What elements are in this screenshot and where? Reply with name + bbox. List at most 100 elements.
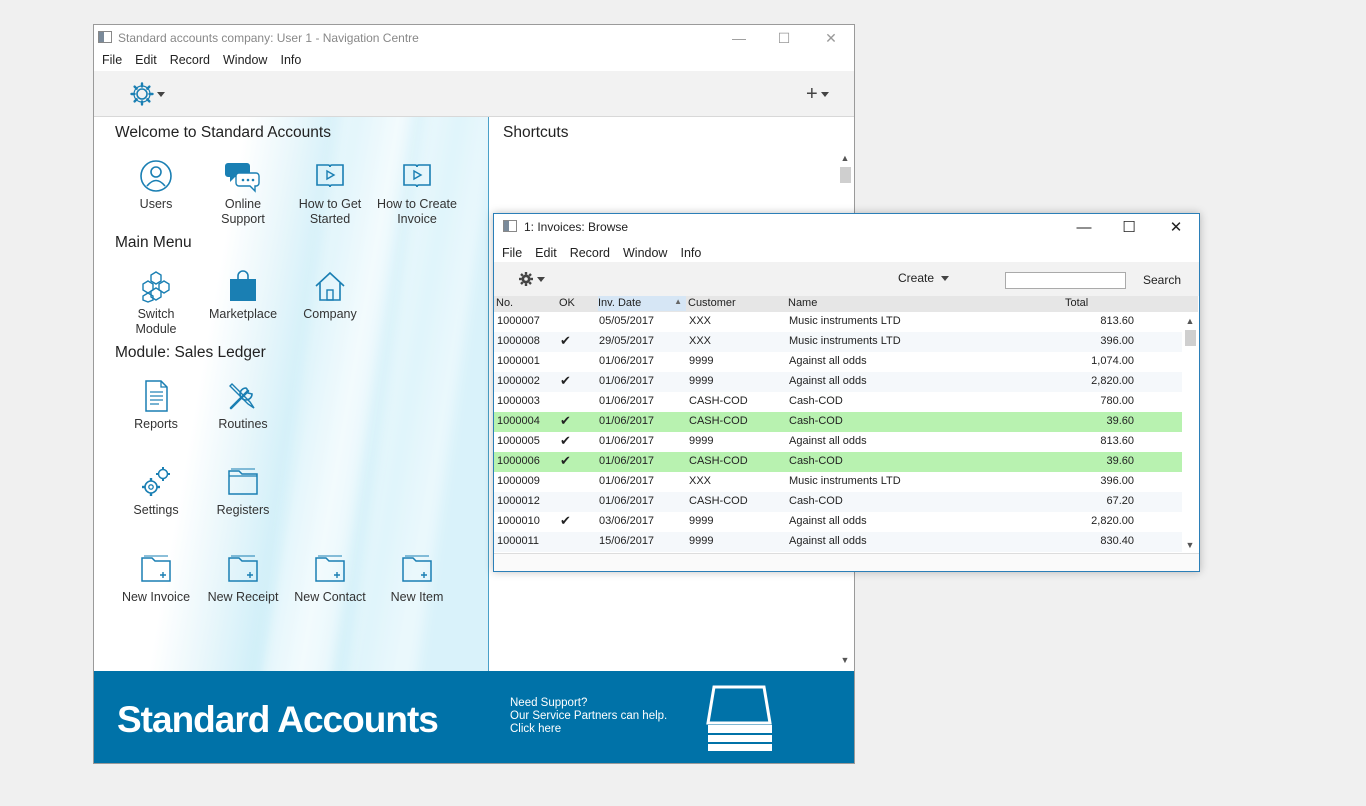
cell-total: 830.40 [1100, 535, 1134, 547]
table-row[interactable]: 1000008 ✔ 29/05/2017 XXX Music instruments L… [494, 332, 1182, 352]
table-row[interactable]: 1000007 05/05/2017 XXX Music instruments LT… [494, 312, 1182, 332]
table-row[interactable]: 1000003 01/06/2017 CASH-COD Cash-COD 780.00 [494, 392, 1182, 412]
minimize-button[interactable]: — [1069, 218, 1099, 236]
operations-menu-button[interactable] [518, 271, 545, 287]
table-row[interactable]: 1000004 ✔ 01/06/2017 CASH-COD Cash-COD 39.60 [494, 412, 1182, 432]
title-bar[interactable]: 1: Invoices: Browse — ☐ ✕ [494, 214, 1199, 240]
scroll-down-icon[interactable]: ▼ [1183, 538, 1197, 552]
cell-customer: XXX [689, 335, 712, 347]
column-header-total[interactable]: Total [1065, 297, 1088, 309]
minimize-button[interactable]: — [724, 29, 754, 47]
cell-total: 39.60 [1106, 415, 1134, 427]
how-to-get-started-tile[interactable]: How to Get Started [285, 159, 375, 227]
cell-no: 1000006 [497, 455, 540, 467]
cell-ok: ✔ [560, 453, 571, 468]
cell-customer: CASH-COD [689, 415, 748, 427]
cell-customer: 9999 [689, 355, 714, 367]
chevron-down-icon [941, 275, 950, 281]
support-line: Our Service Partners can help. [510, 710, 668, 722]
maximize-button[interactable]: ☐ [769, 29, 799, 47]
table-row[interactable]: 1000002 ✔ 01/06/2017 9999 Against all odds 2,… [494, 372, 1182, 392]
shopping-bag-icon [230, 270, 256, 301]
brand-logo: Standard Accounts [117, 699, 439, 740]
navigation-panel: Welcome to Standard Accounts Users Onlin… [94, 117, 489, 671]
menu-info[interactable]: Info [280, 51, 301, 71]
company-tile[interactable]: Company [285, 269, 375, 322]
invoice-table-scrollbar[interactable]: ▲ ▼ [1183, 314, 1197, 552]
column-header-no[interactable]: No. [496, 297, 513, 309]
cell-inv-date: 01/06/2017 [599, 455, 655, 467]
cell-name: Music instruments LTD [789, 475, 901, 487]
menu-window[interactable]: Window [623, 244, 667, 264]
table-row[interactable]: 1000012 01/06/2017 CASH-COD Cash-COD 67.20 [494, 492, 1182, 512]
close-button[interactable]: ✕ [816, 29, 846, 47]
marketplace-tile[interactable]: Marketplace [198, 269, 288, 322]
support-text[interactable]: Need Support? Our Service Partners can h… [510, 697, 667, 736]
column-header-inv-date[interactable]: Inv. Date ▲ [598, 296, 686, 311]
menu-edit[interactable]: Edit [535, 244, 557, 264]
scroll-up-icon[interactable]: ▲ [838, 151, 852, 165]
new-item-tile[interactable]: New Item [372, 552, 462, 605]
cell-ok: ✔ [560, 433, 571, 448]
how-to-create-invoice-tile[interactable]: How to Create Invoice [372, 159, 462, 227]
new-receipt-tile[interactable]: New Receipt [198, 552, 288, 605]
column-header-name[interactable]: Name [788, 297, 817, 309]
menu-record[interactable]: Record [570, 244, 610, 264]
sort-ascending-icon: ▲ [674, 297, 682, 306]
menu-info[interactable]: Info [680, 244, 701, 264]
cell-name: Against all odds [789, 375, 867, 387]
scroll-up-icon[interactable]: ▲ [1183, 314, 1197, 328]
switch-module-tile[interactable]: Switch Module [111, 269, 201, 337]
window-title: 1: Invoices: Browse [524, 220, 629, 234]
scroll-thumb[interactable] [1185, 330, 1196, 346]
menu-window[interactable]: Window [223, 51, 267, 71]
column-header-customer[interactable]: Customer [688, 297, 736, 309]
add-shortcut-button[interactable]: + [806, 83, 836, 105]
menu-edit[interactable]: Edit [135, 51, 157, 71]
scroll-thumb[interactable] [840, 167, 851, 183]
reports-tile[interactable]: Reports [111, 379, 201, 432]
close-button[interactable]: ✕ [1161, 218, 1191, 236]
window-title: Standard accounts company: User 1 - Navi… [118, 31, 419, 45]
new-contact-tile[interactable]: New Contact [285, 552, 375, 605]
column-header-ok[interactable]: OK [559, 297, 575, 309]
table-row[interactable]: 1000011 15/06/2017 9999 Against all odds 830… [494, 532, 1182, 552]
search-button[interactable]: Search [1143, 273, 1181, 287]
cell-total: 813.60 [1100, 435, 1134, 447]
cell-total: 780.00 [1100, 395, 1134, 407]
settings-tile[interactable]: Settings [111, 465, 201, 518]
menu-file[interactable]: File [102, 51, 122, 71]
title-bar[interactable]: Standard accounts company: User 1 - Navi… [94, 25, 854, 51]
cell-no: 1000012 [497, 495, 540, 507]
gear-icon [130, 82, 154, 106]
user-icon [140, 160, 172, 192]
menu-file[interactable]: File [502, 244, 522, 264]
cell-customer: XXX [689, 475, 712, 487]
registers-tile[interactable]: Registers [198, 465, 288, 518]
cell-no: 1000010 [497, 515, 540, 527]
cell-inv-date: 29/05/2017 [599, 335, 655, 347]
new-folder-icon [141, 555, 171, 582]
scroll-down-icon[interactable]: ▼ [838, 653, 852, 667]
support-banner[interactable]: Standard Accounts Need Support? Our Serv… [94, 671, 854, 763]
create-button[interactable]: Create [898, 271, 950, 285]
cell-total: 2,820.00 [1091, 375, 1134, 387]
online-support-tile[interactable]: Online Support [198, 159, 288, 227]
routines-tile[interactable]: Routines [198, 379, 288, 432]
search-input[interactable] [1005, 272, 1126, 289]
gears-icon [142, 467, 170, 496]
table-row[interactable]: 1000001 01/06/2017 9999 Against all odds 1,0… [494, 352, 1182, 372]
tools-icon [229, 383, 255, 410]
maximize-button[interactable]: ☐ [1114, 218, 1144, 236]
status-bar [494, 553, 1199, 571]
new-invoice-tile[interactable]: New Invoice [111, 552, 201, 605]
table-row[interactable]: 1000006 ✔ 01/06/2017 CASH-COD Cash-COD 39.60 [494, 452, 1182, 472]
support-link[interactable]: Click here [510, 723, 667, 736]
users-tile[interactable]: Users [111, 159, 201, 212]
table-row[interactable]: 1000010 ✔ 03/06/2017 9999 Against all odds 2,… [494, 512, 1182, 532]
menu-record[interactable]: Record [170, 51, 210, 71]
table-row[interactable]: 1000005 ✔ 01/06/2017 9999 Against all odds 81… [494, 432, 1182, 452]
table-row[interactable]: 1000009 01/06/2017 XXX Music instruments LT… [494, 472, 1182, 492]
settings-menu-button[interactable] [130, 81, 170, 107]
cell-total: 813.60 [1100, 315, 1134, 327]
